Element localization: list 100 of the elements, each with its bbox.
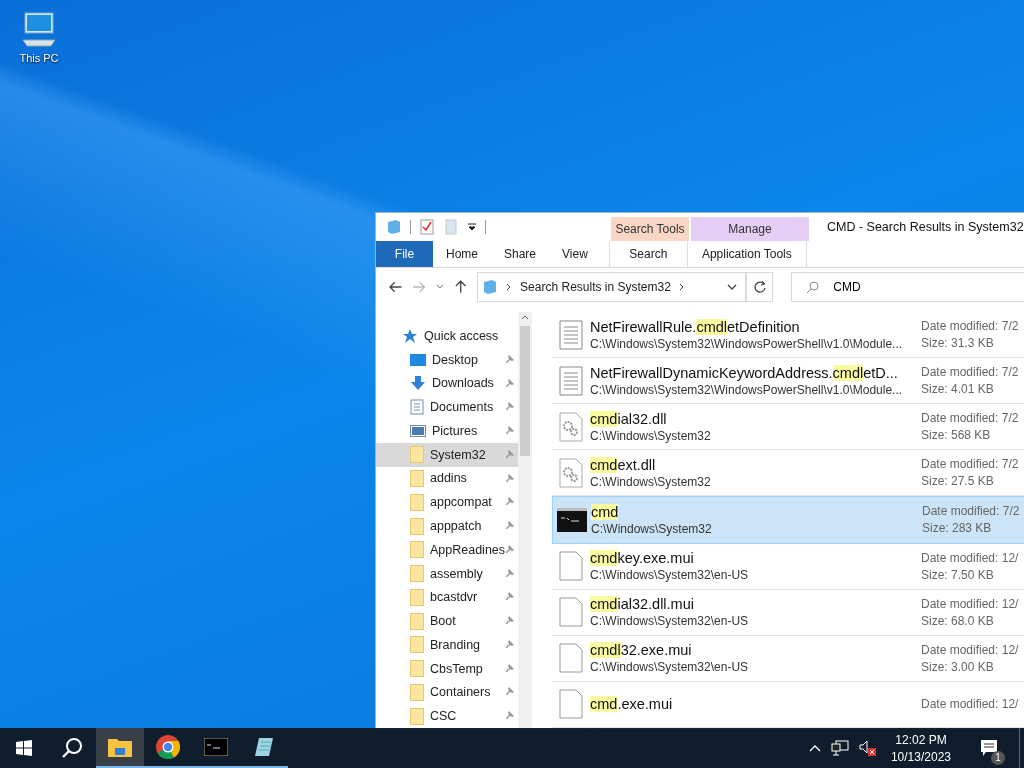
scroll-up-icon[interactable] xyxy=(521,314,529,320)
chevron-down-icon[interactable] xyxy=(727,283,738,291)
pin-icon[interactable] xyxy=(504,711,514,722)
pin-icon[interactable] xyxy=(504,592,514,603)
date-modified: Date modified: 12/ xyxy=(921,550,1019,565)
sidebar-item[interactable]: assembly xyxy=(376,561,518,586)
file-row[interactable]: cmd.exe.mui Date modified: 12/ xyxy=(552,681,1024,728)
date-modified: Date modified: 7/2 xyxy=(921,365,1019,380)
pin-icon[interactable] xyxy=(504,568,514,579)
notepad-icon xyxy=(253,736,275,758)
sidebar-item[interactable]: Branding xyxy=(376,632,518,657)
network-icon[interactable] xyxy=(830,740,849,756)
notification-icon[interactable] xyxy=(980,739,998,757)
folder-icon xyxy=(410,565,424,583)
sidebar-item[interactable]: Desktop xyxy=(376,347,518,372)
sidebar-item[interactable]: appcompat xyxy=(376,490,518,515)
file-size: Size: 4.01 KB xyxy=(921,382,995,397)
forward-icon[interactable] xyxy=(412,280,426,294)
file-size: Size: 68.0 KB xyxy=(921,613,995,628)
folder-icon[interactable] xyxy=(386,219,402,235)
pin-icon[interactable] xyxy=(504,616,514,627)
muted-speaker-icon[interactable] xyxy=(858,740,877,756)
context-tab-group: Search Tools xyxy=(611,217,689,241)
ribbon-tab[interactable]: File xyxy=(376,241,433,267)
blank-file-icon xyxy=(559,551,583,582)
back-icon[interactable] xyxy=(389,280,403,294)
file-row[interactable]: cmdl32.exe.mui C:\Windows\System32\en-US Date modified: 12/ Size: 3.00 KB xyxy=(552,635,1024,682)
dropdown-icon[interactable] xyxy=(467,222,477,232)
search-icon xyxy=(61,737,83,759)
folder-icon xyxy=(410,517,424,535)
pin-icon[interactable] xyxy=(504,378,514,389)
sidebar-item[interactable]: System32 xyxy=(376,442,518,467)
chevron-up-icon[interactable] xyxy=(808,744,821,752)
folder-icon xyxy=(410,493,424,511)
sidebar-item[interactable]: Documents xyxy=(376,395,518,420)
up-icon[interactable] xyxy=(453,280,468,294)
desktop-icon-label[interactable]: This PC xyxy=(19,52,59,64)
pin-icon[interactable] xyxy=(504,402,514,413)
scrollbar[interactable] xyxy=(518,312,532,728)
clock-date[interactable]: 10/13/2023 xyxy=(890,749,951,764)
taskbar-app[interactable] xyxy=(96,728,144,768)
folder-icon xyxy=(410,588,424,606)
ribbon-tab[interactable]: Application Tools xyxy=(686,241,807,267)
sidebar-item[interactable]: Quick access xyxy=(376,324,518,348)
desktop-icon xyxy=(410,352,426,367)
computer-icon[interactable] xyxy=(19,10,59,50)
chevron-right-icon xyxy=(506,283,513,291)
gear-file-icon xyxy=(559,457,583,488)
pin-icon[interactable] xyxy=(504,449,514,460)
properties-icon[interactable] xyxy=(419,219,435,235)
sidebar-item[interactable]: apppatch xyxy=(376,514,518,538)
file-size: Size: 3.00 KB xyxy=(921,659,995,674)
pin-icon[interactable] xyxy=(504,521,514,532)
date-modified: Date modified: 7/2 xyxy=(921,319,1019,334)
console-icon xyxy=(557,508,587,532)
file-row[interactable]: cmd C:\Windows\System32 Date modified: 7/2 Size: 283 KB xyxy=(552,496,1024,544)
sidebar-item[interactable]: Pictures xyxy=(376,419,518,443)
file-name: cmdial32.dll xyxy=(590,410,668,427)
file-size: Size: 27.5 KB xyxy=(921,474,995,489)
clock-time[interactable]: 12:02 PM xyxy=(895,732,947,747)
file-path: C:\Windows\System32\en-US xyxy=(590,568,750,583)
sidebar-item[interactable]: bcastdvr xyxy=(376,585,518,610)
pin-icon[interactable] xyxy=(504,687,514,698)
file-row[interactable]: cmdial32.dll C:\Windows\System32 Date modified: 7/2 Size: 568 KB xyxy=(552,404,1024,451)
file-name: NetFirewallDynamicKeywordAddress.cmdletD... xyxy=(590,364,899,381)
text-file-icon xyxy=(559,365,583,396)
address-bar[interactable]: Search Results in System32 xyxy=(477,272,747,302)
console-icon xyxy=(204,738,228,756)
sidebar-item[interactable]: Boot xyxy=(376,609,518,633)
pin-icon[interactable] xyxy=(504,544,514,555)
pin-icon[interactable] xyxy=(504,426,514,437)
context-tab-group: Manage xyxy=(691,217,809,241)
folder-icon xyxy=(410,660,424,678)
sidebar-item[interactable]: Downloads xyxy=(376,371,518,396)
file-path: C:\Windows\System32\en-US xyxy=(590,614,750,629)
pin-icon[interactable] xyxy=(504,639,514,650)
pin-icon[interactable] xyxy=(504,497,514,508)
file-size: Size: 7.50 KB xyxy=(921,567,995,582)
file-path: C:\Windows\System32\WindowsPowerShell\v1.0\Module... xyxy=(590,336,904,351)
scrollbar-thumb[interactable] xyxy=(520,326,530,456)
sidebar-item[interactable]: CSC xyxy=(376,704,518,728)
file-name: cmdl32.exe.mui xyxy=(590,642,693,659)
file-row[interactable]: NetFirewallDynamicKeywordAddress.cmdletD... C:\Windows\System32\WindowsPowerShell\v1.0\Module... Date modified: 7/2 Size: 4.01 KB xyxy=(552,358,1024,405)
sidebar-item[interactable]: AppReadines xyxy=(376,537,518,562)
file-name: cmdkey.exe.mui xyxy=(590,550,695,567)
pin-icon[interactable] xyxy=(504,663,514,674)
pin-icon[interactable] xyxy=(504,473,514,484)
pin-icon[interactable] xyxy=(504,354,514,365)
sidebar-item[interactable]: addins xyxy=(376,466,518,491)
refresh-button[interactable] xyxy=(746,272,774,302)
file-row[interactable]: NetFirewallRule.cmdletDefinition C:\Windows\System32\WindowsPowerShell\v1.0\Module... Date modified: 7/2 Size: 31.3 KB xyxy=(552,312,1024,359)
search-icon xyxy=(806,280,820,294)
file-row[interactable]: cmdkey.exe.mui C:\Windows\System32\en-US Date modified: 12/ Size: 7.50 KB xyxy=(552,543,1024,590)
search-field[interactable]: CMD xyxy=(791,272,1024,302)
folder-icon xyxy=(410,446,424,464)
chevron-down-icon[interactable] xyxy=(435,284,444,290)
date-modified: Date modified: 7/2 xyxy=(922,504,1020,519)
sidebar-item[interactable]: Containers xyxy=(376,680,518,705)
sidebar-item[interactable]: CbsTemp xyxy=(376,656,518,681)
file-row[interactable]: cmdial32.dll.mui C:\Windows\System32\en-US Date modified: 12/ Size: 68.0 KB xyxy=(552,589,1024,636)
